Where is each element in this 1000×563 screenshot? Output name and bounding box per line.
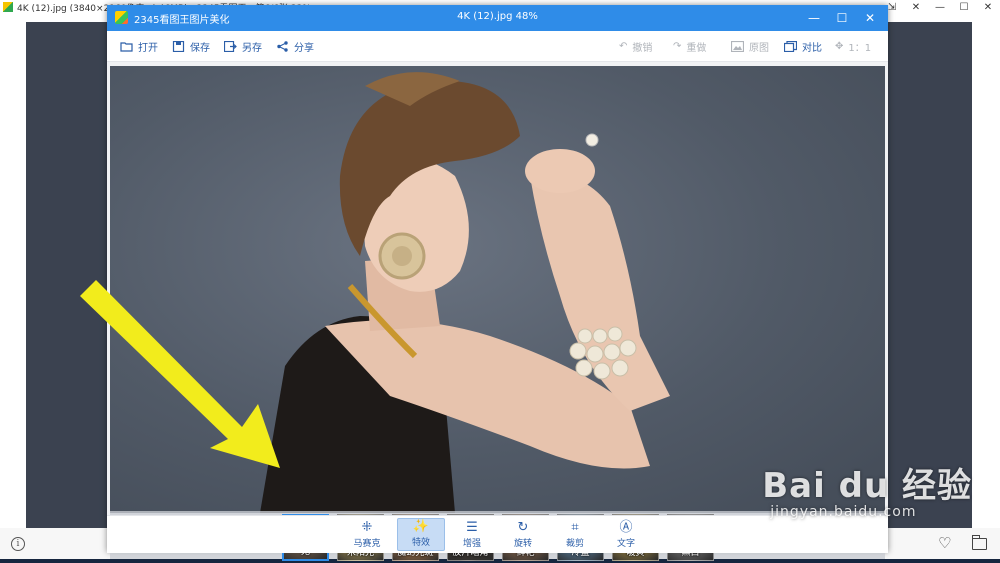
redo-label: 重做 — [686, 42, 707, 54]
original-button[interactable]: 原图 — [731, 31, 769, 61]
maximize-icon[interactable]: ☐ — [952, 0, 976, 14]
dialog-window-controls: — ☐ ✕ — [800, 5, 884, 31]
editor-toolbar: 打开 保存 另存 分享 ↶ 撤销 ↷ 重做 原图 对比 ✥ 1：1 — [107, 31, 888, 62]
effects-label: 特效 — [411, 538, 430, 548]
sliders-icon: ☰ — [466, 520, 478, 535]
share-label: 分享 — [294, 42, 314, 54]
undo-button[interactable]: ↶ 撤销 — [619, 31, 652, 61]
redo-button[interactable]: ↷ 重做 — [673, 31, 706, 61]
save-icon — [172, 40, 185, 52]
compare-button[interactable]: 对比 — [784, 31, 822, 61]
bottom-toolbar: ⁜ 马赛克 ✨ 特效 ☰ 增强 ↻ 旋转 ⌗ 裁剪 Ⓐ 文字 — [107, 515, 888, 553]
dialog-minimize-icon[interactable]: — — [800, 5, 828, 31]
redo-icon: ↷ — [673, 40, 682, 52]
dialog-file-title: 4K (12).jpg 48% — [457, 11, 538, 22]
save-label: 保存 — [190, 42, 210, 54]
save-as-icon — [224, 40, 237, 52]
save-button[interactable]: 保存 — [172, 31, 210, 61]
share-button[interactable]: 分享 — [276, 31, 314, 61]
effects-button[interactable]: ✨ 特效 — [397, 518, 445, 551]
enhance-button[interactable]: ☰ 增强 — [449, 520, 495, 550]
photo-preview[interactable] — [110, 66, 885, 513]
rotate-label: 旋转 — [513, 539, 532, 549]
minimize-icon[interactable]: — — [928, 0, 952, 14]
text-icon: Ⓐ — [619, 520, 633, 535]
compare-icon — [784, 40, 797, 52]
close-viewer-icon[interactable]: ✕ — [904, 0, 928, 14]
editor-canvas: 无 米阳光 魔幻光斑 胶片暗角 鲜艳 冷蓝 暖黄 黑白 — [107, 62, 888, 561]
folder-open-icon — [120, 41, 133, 52]
text-label: 文字 — [616, 539, 635, 549]
mosaic-button[interactable]: ⁜ 马赛克 — [344, 520, 390, 550]
save-as-label: 另存 — [242, 42, 262, 54]
image-icon — [731, 40, 744, 52]
mosaic-icon: ⁜ — [361, 520, 373, 535]
portrait-photo-illustration — [260, 72, 670, 513]
outer-window-controls: ⇲ ✕ — ☐ ✕ — [880, 0, 1000, 14]
move-icon: ✥ — [835, 40, 844, 52]
share-icon — [277, 40, 288, 52]
undo-label: 撤销 — [632, 42, 653, 54]
undo-icon: ↶ — [619, 40, 628, 52]
crop-icon: ⌗ — [571, 520, 579, 535]
original-label: 原图 — [749, 42, 769, 54]
info-icon[interactable]: i — [11, 537, 25, 551]
crop-button[interactable]: ⌗ 裁剪 — [552, 520, 598, 550]
mosaic-label: 马赛克 — [353, 539, 381, 549]
magic-wand-icon: ✨ — [412, 519, 430, 534]
app-icon — [3, 2, 13, 12]
enhance-label: 增强 — [462, 539, 481, 549]
taskbar — [0, 559, 1000, 563]
rotate-button[interactable]: ↻ 旋转 — [500, 520, 546, 550]
close-icon[interactable]: ✕ — [976, 0, 1000, 14]
folder-icon[interactable] — [971, 535, 987, 550]
open-label: 打开 — [138, 42, 158, 54]
actual-size-label: 1：1 — [848, 42, 872, 54]
watermark-url: jingyan.baidu.com — [770, 504, 917, 520]
baidu-watermark: Bai du 经验 jingyan.baidu.com — [762, 468, 972, 520]
compare-label: 对比 — [802, 42, 822, 54]
heart-icon[interactable]: ♡ — [938, 534, 951, 552]
crop-label: 裁剪 — [565, 539, 584, 549]
dialog-close-icon[interactable]: ✕ — [856, 5, 884, 31]
save-as-button[interactable]: 另存 — [224, 31, 262, 61]
watermark-brand: Bai du 经验 — [762, 466, 972, 506]
open-button[interactable]: 打开 — [120, 31, 158, 61]
dialog-titlebar: 2345看图王图片美化 4K (12).jpg 48% — ☐ ✕ — [107, 5, 888, 31]
actual-size-button[interactable]: ✥ 1：1 — [835, 31, 871, 61]
rotate-icon: ↻ — [517, 520, 529, 535]
text-button[interactable]: Ⓐ 文字 — [603, 520, 649, 550]
dialog-maximize-icon[interactable]: ☐ — [828, 5, 856, 31]
